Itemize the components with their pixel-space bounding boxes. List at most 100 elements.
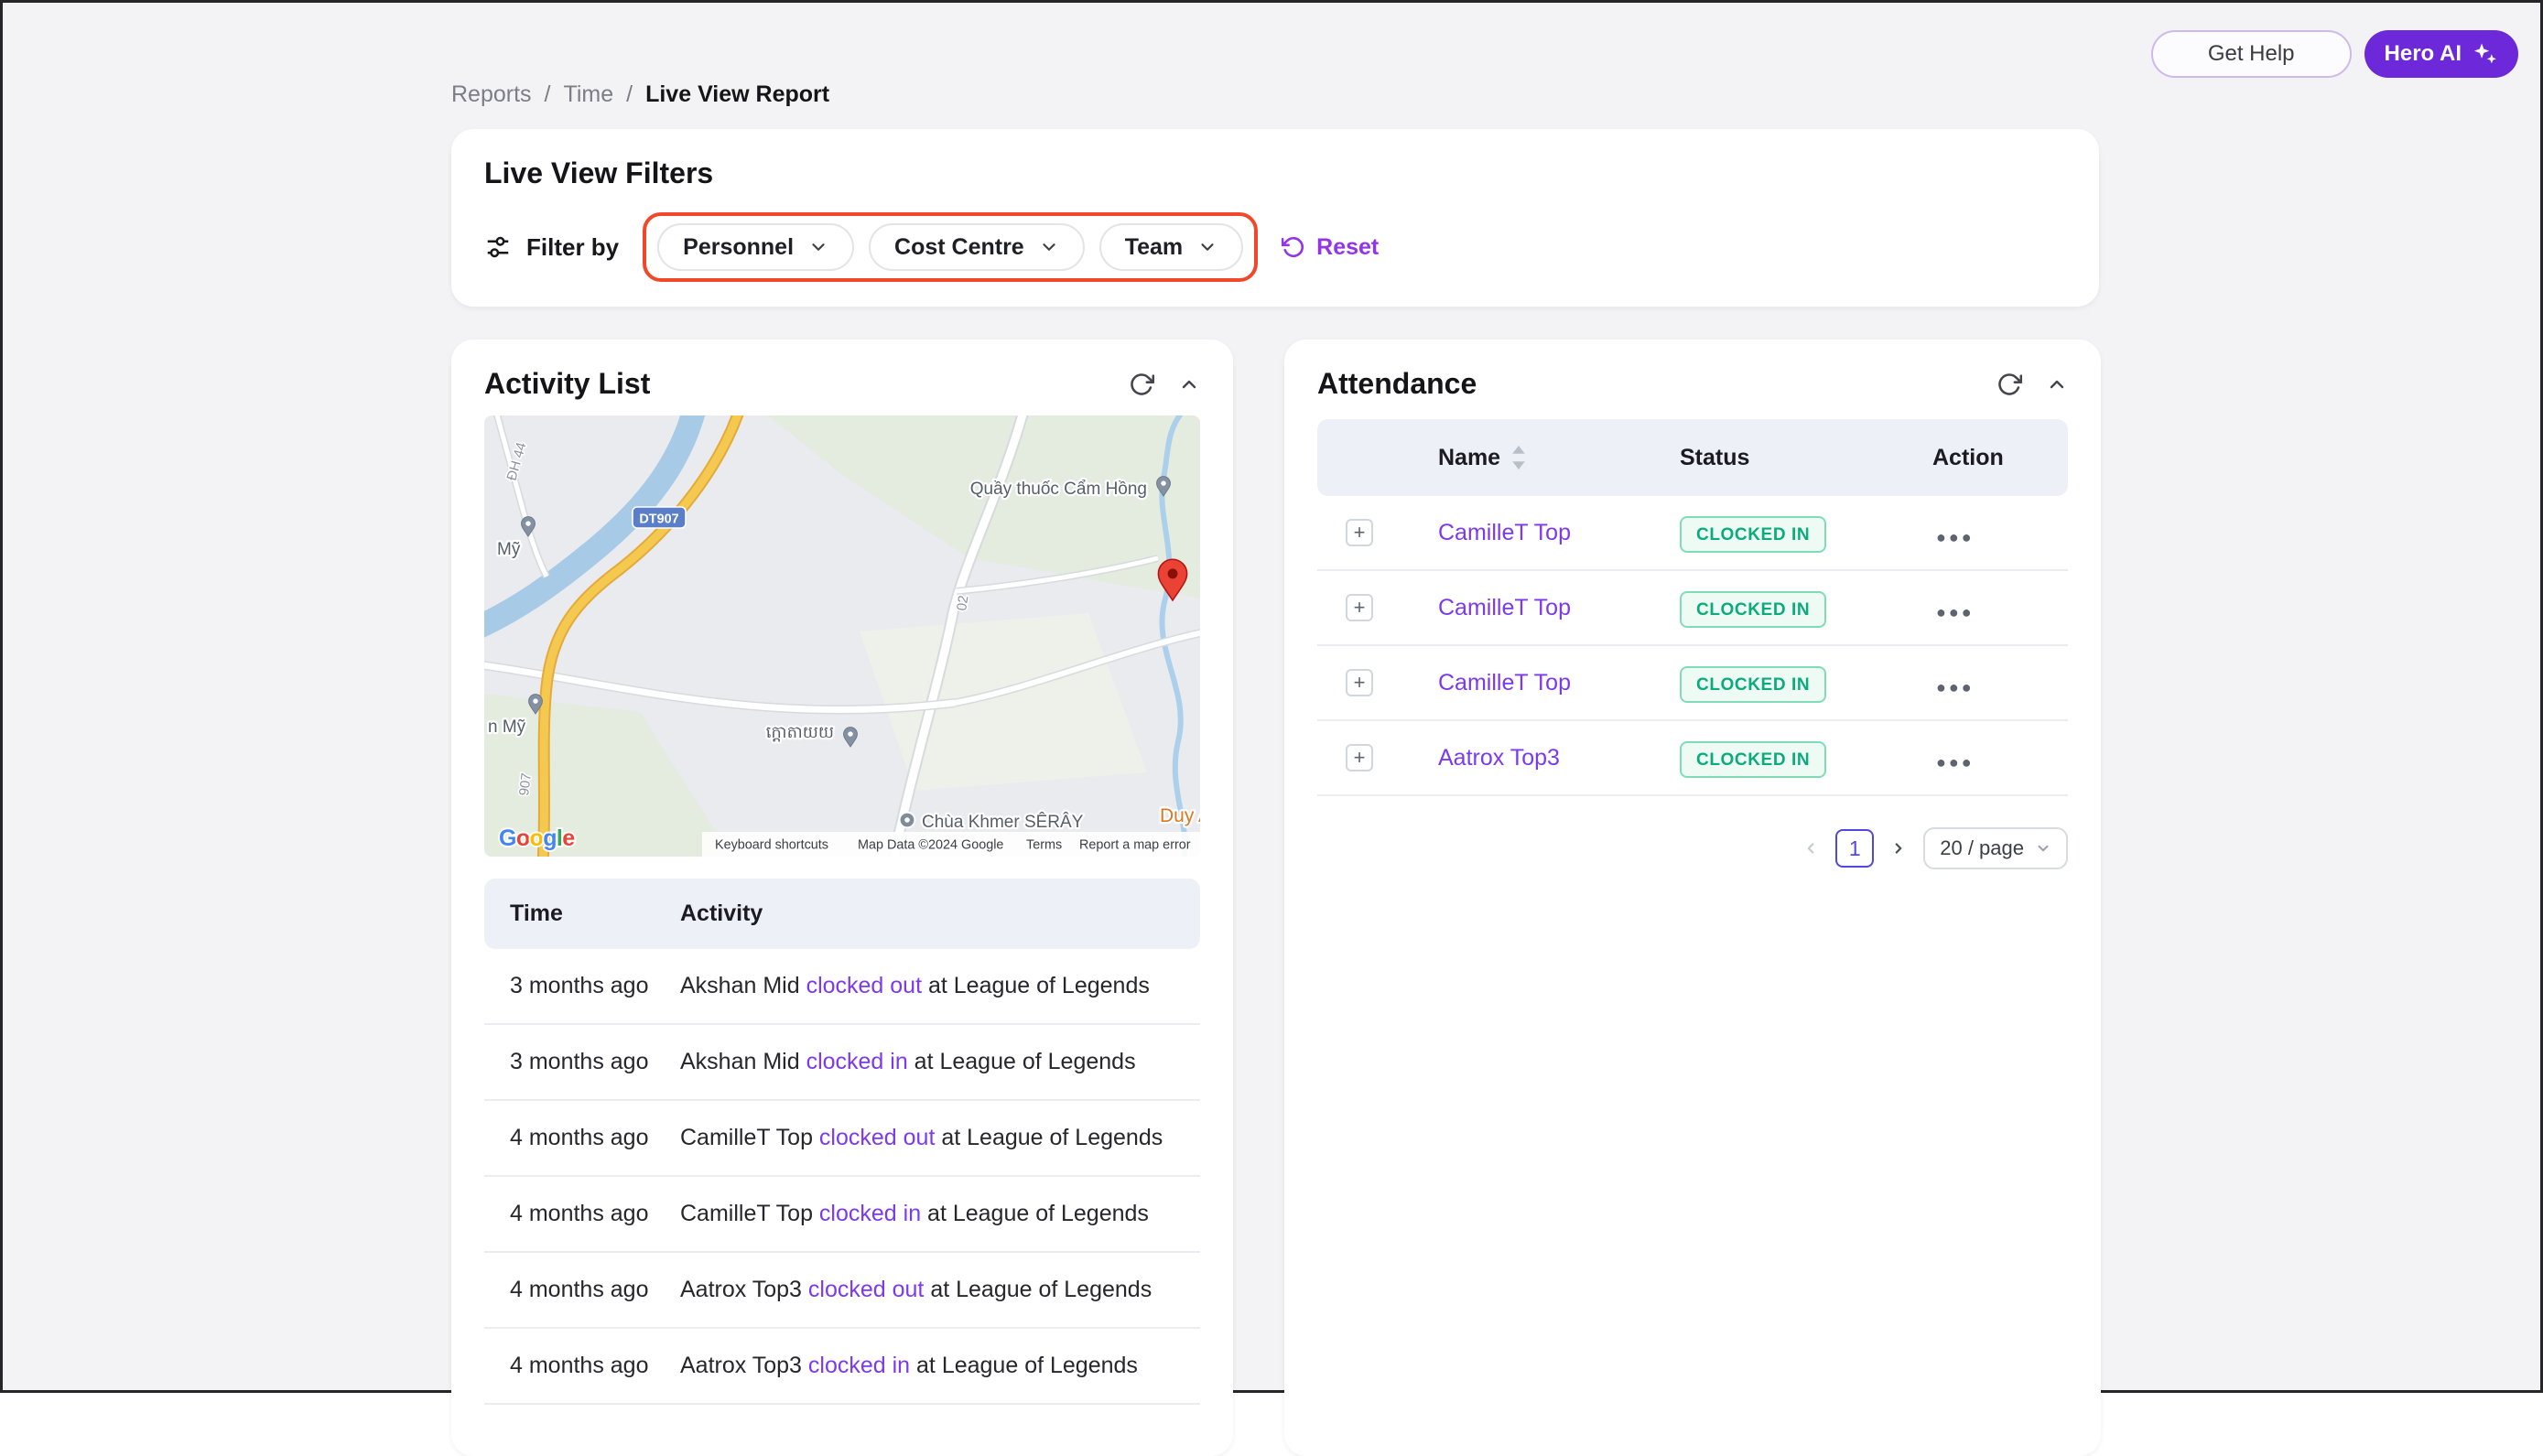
activity-action: clocked out (819, 1125, 935, 1150)
activity-action: clocked in (806, 1049, 908, 1074)
map-canvas[interactable]: DT907 ĐH 44 02 907 (484, 415, 1200, 857)
google-logo[interactable]: Google (499, 825, 575, 851)
activity-action: clocked in (819, 1201, 921, 1226)
activity-table-header: Time Activity (484, 879, 1200, 949)
reset-label: Reset (1316, 234, 1379, 261)
personnel-filter-dropdown[interactable]: Personnel (657, 223, 854, 271)
activity-actor: CamilleT Top (680, 1201, 819, 1226)
hero-ai-button[interactable]: Hero AI (2364, 30, 2518, 78)
activity-text: Aatrox Top3 clocked out at League of Leg… (655, 1253, 1200, 1327)
expand-row-button[interactable]: + (1346, 669, 1373, 696)
collapse-chevron-up-icon[interactable] (1178, 373, 1200, 395)
keyboard-shortcuts-link[interactable]: Keyboard shortcuts (715, 838, 828, 853)
attendance-row: + CamilleT Top CLOCKED IN ●●● (1317, 571, 2068, 646)
activity-time: 3 months ago (484, 1025, 655, 1099)
personnel-filter-label: Personnel (683, 234, 794, 261)
breadcrumb-reports[interactable]: Reports (451, 81, 532, 108)
get-help-button[interactable]: Get Help (2151, 30, 2352, 78)
activity-context: at League of Legends (924, 1277, 1152, 1302)
map-data-attribution: Map Data ©2024 Google (858, 838, 1003, 853)
map-label-n-my: n Mỹ (488, 717, 526, 737)
activity-actor: CamilleT Top (680, 1125, 819, 1150)
activity-time: 4 months ago (484, 1253, 655, 1327)
activity-action: clocked out (806, 973, 922, 998)
collapse-chevron-up-icon[interactable] (2046, 373, 2068, 395)
page-number-button[interactable]: 1 (1835, 829, 1874, 868)
activity-list-card: Activity List (451, 340, 1233, 1456)
pagoda-poi-icon[interactable] (900, 813, 915, 828)
reset-filters-button[interactable]: Reset (1282, 234, 1379, 261)
expand-row-button[interactable]: + (1346, 594, 1373, 621)
activity-actor: Aatrox Top3 (680, 1353, 808, 1378)
breadcrumb-time[interactable]: Time (564, 81, 614, 108)
activity-text: CamilleT Top clocked out at League of Le… (655, 1101, 1200, 1175)
team-filter-dropdown[interactable]: Team (1099, 223, 1243, 271)
chevron-down-icon (1039, 237, 1059, 257)
road-label-02: 02 (954, 594, 971, 611)
activity-actor: Akshan Mid (680, 973, 806, 998)
filters-title: Live View Filters (484, 156, 2066, 190)
attendance-name[interactable]: CamilleT Top (1401, 520, 1661, 546)
sparkles-icon (2473, 41, 2498, 67)
refresh-icon[interactable] (1129, 372, 1154, 397)
page-size-value: 20 / page (1940, 836, 2024, 860)
sort-icon (1511, 446, 1526, 469)
activity-row: 3 months ago Akshan Mid clocked out at L… (484, 949, 1200, 1025)
row-actions-menu[interactable]: ●●● (1936, 678, 1975, 696)
chevron-down-icon (808, 237, 828, 257)
status-badge: CLOCKED IN (1680, 516, 1826, 553)
activity-table-body: 3 months ago Akshan Mid clocked out at L… (484, 949, 1200, 1405)
page-size-select[interactable]: 20 / page (1923, 827, 2068, 869)
attendance-name[interactable]: CamilleT Top (1401, 670, 1661, 696)
activity-context: at League of Legends (922, 973, 1150, 998)
terms-link[interactable]: Terms (1026, 838, 1062, 853)
cost-centre-filter-dropdown[interactable]: Cost Centre (869, 223, 1085, 271)
row-actions-menu[interactable]: ●●● (1936, 753, 1975, 771)
attendance-row: + Aatrox Top3 CLOCKED IN ●●● (1317, 721, 2068, 796)
previous-page-button[interactable] (1802, 840, 1819, 857)
attendance-col-name-label: Name (1438, 445, 1500, 471)
chevron-down-icon (2035, 840, 2051, 857)
activity-actor: Aatrox Top3 (680, 1277, 808, 1302)
attendance-table-header: Name Status Action (1317, 419, 2068, 496)
sliders-icon (484, 233, 512, 261)
activity-context: at League of Legends (935, 1125, 1163, 1150)
attendance-card: Attendance Name Status Action + CamilleT… (1284, 340, 2101, 1456)
attendance-name[interactable]: CamilleT Top (1401, 595, 1661, 621)
activity-list-title: Activity List (484, 367, 650, 401)
expand-row-button[interactable]: + (1346, 519, 1373, 546)
refresh-icon[interactable] (1997, 372, 2022, 397)
activity-text: CamilleT Top clocked in at League of Leg… (655, 1177, 1200, 1251)
breadcrumb-separator: / (626, 81, 633, 108)
road-label-907: 907 (516, 772, 535, 797)
activity-col-activity: Activity (655, 879, 1200, 949)
topbar-actions: Get Help Hero AI (2151, 30, 2518, 78)
attendance-col-name-sort[interactable]: Name (1401, 445, 1661, 471)
attendance-col-action: Action (1932, 445, 2068, 471)
status-badge: CLOCKED IN (1680, 591, 1826, 628)
activity-time: 4 months ago (484, 1329, 655, 1403)
next-page-button[interactable] (1890, 840, 1907, 857)
breadcrumb-current: Live View Report (645, 81, 829, 108)
team-filter-label: Team (1125, 234, 1183, 261)
filter-by-label-group: Filter by (484, 233, 619, 262)
attendance-name[interactable]: Aatrox Top3 (1401, 745, 1661, 771)
status-badge: CLOCKED IN (1680, 666, 1826, 703)
live-view-report-page: { "colors": { "accent_purple": "#7c3aed"… (0, 0, 2543, 1393)
row-actions-menu[interactable]: ●●● (1936, 528, 1975, 546)
map-label-pagoda: Chùa Khmer SÊRÂY (922, 812, 1084, 832)
activity-time: 4 months ago (484, 1177, 655, 1251)
pagination: 1 20 / page (1317, 827, 2068, 869)
report-map-error-link[interactable]: Report a map error (1079, 838, 1191, 853)
expand-row-button[interactable]: + (1346, 744, 1373, 771)
google-map[interactable]: DT907 ĐH 44 02 907 (484, 415, 1200, 857)
map-label-pharmacy: Quầy thuốc Cẩm Hồng (970, 480, 1147, 499)
reset-icon (1282, 235, 1305, 259)
activity-context: at League of Legends (921, 1201, 1149, 1226)
map-label-duy-a: Duy A (1160, 805, 1200, 826)
row-actions-menu[interactable]: ●●● (1936, 603, 1975, 621)
attendance-row: + CamilleT Top CLOCKED IN ●●● (1317, 496, 2068, 571)
attendance-row: + CamilleT Top CLOCKED IN ●●● (1317, 646, 2068, 721)
activity-time: 3 months ago (484, 949, 655, 1023)
activity-time: 4 months ago (484, 1101, 655, 1175)
